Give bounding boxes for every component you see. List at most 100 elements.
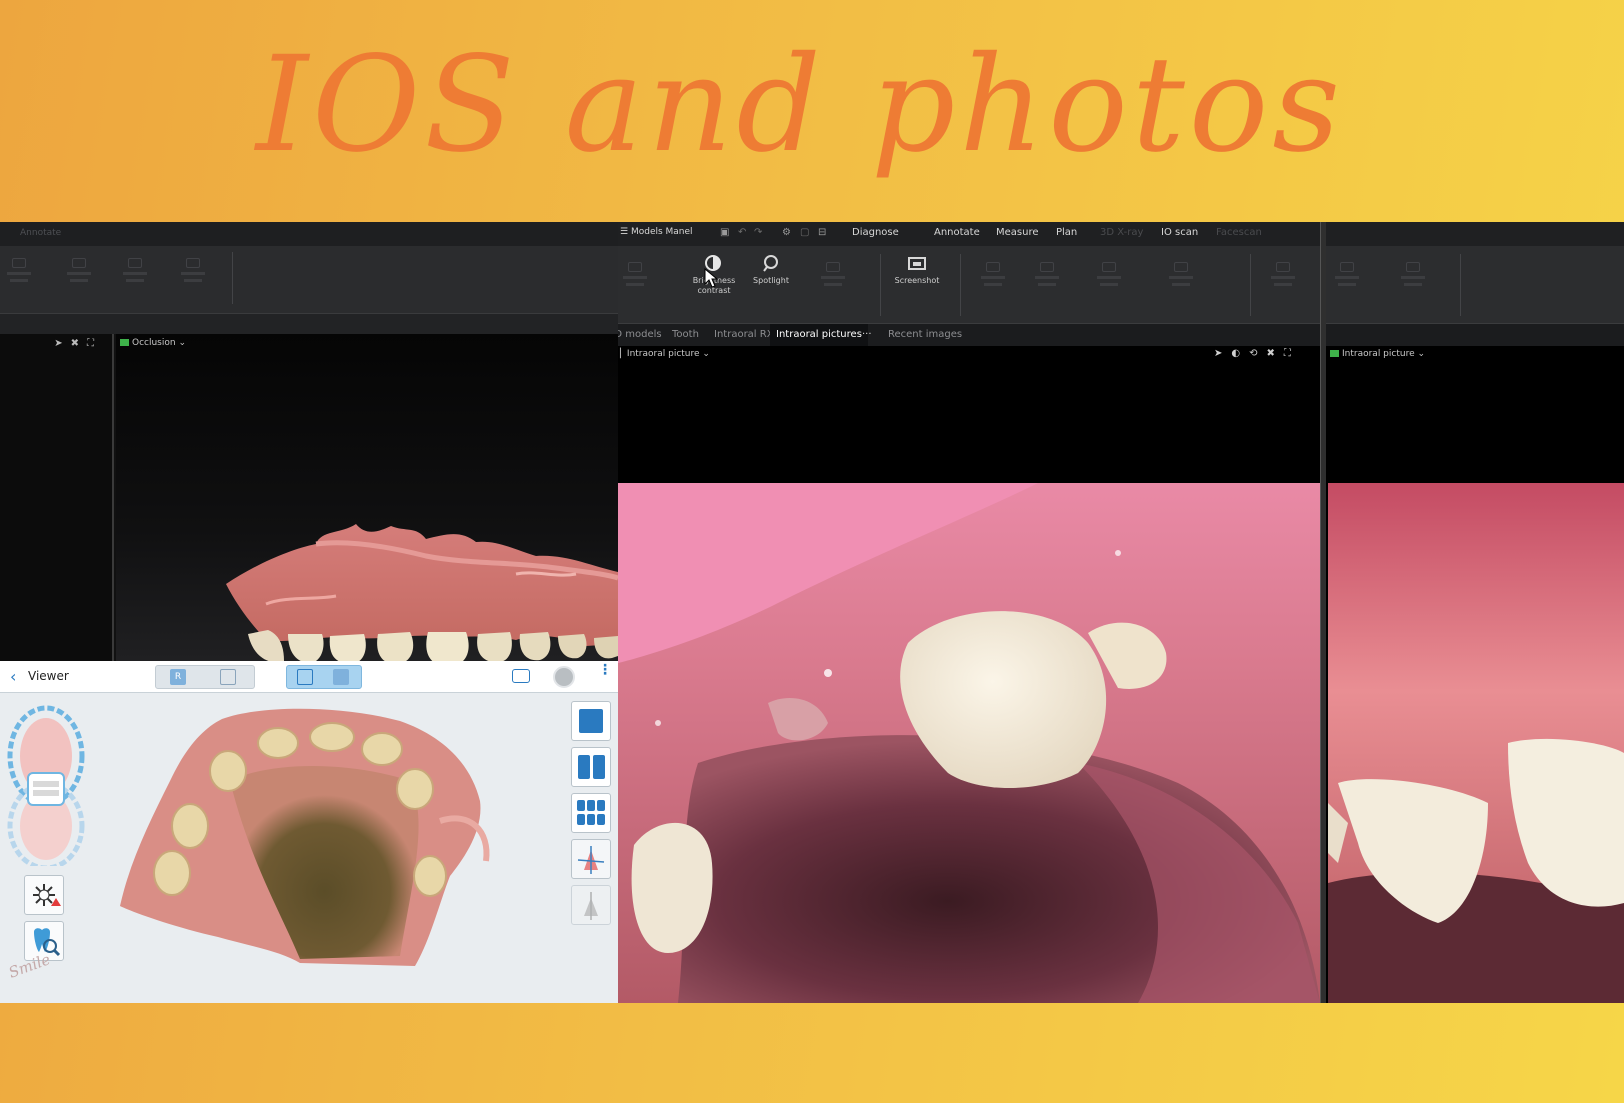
zoom-tool-icon[interactable] [220,669,236,685]
window-icon[interactable]: ▢ [800,227,809,238]
image-gallery-icon[interactable] [333,669,349,685]
ribbon-disabled-button[interactable] [1032,258,1062,306]
tab-tooth[interactable]: Tooth [672,324,699,346]
single-view-icon [579,709,603,733]
camera-icon[interactable] [512,669,530,683]
more-menu-icon[interactable]: ⋮ [598,663,612,677]
picture-viewer-window: ☰ Models Manel ▣ ↶ ↷ ⚙ ▢ ⊟ Diagnose Anno… [618,222,1624,1003]
picture-selector-left-label: Intraoral picture [626,349,700,359]
picture-selector-right-label: Intraoral picture [1342,349,1415,359]
ribbon-disabled-button[interactable] [978,258,1008,306]
pointer-icon[interactable]: ➤ [54,338,70,349]
mouse-cursor-icon [704,268,718,288]
single-view-button[interactable] [571,701,611,741]
menu-facescan[interactable]: Facescan [1216,227,1262,238]
share-group [286,665,362,689]
menu-diagnose[interactable]: Diagnose [852,227,899,238]
layout-icon[interactable]: ⊟ [818,227,826,238]
export-icon[interactable] [297,669,313,685]
ribbon-disabled-button[interactable] [620,258,650,306]
spotlight-icon [761,254,781,272]
fullscreen-icon[interactable]: ⛶ [87,338,102,349]
quad-view-button[interactable] [571,793,611,833]
pointer-icon[interactable]: ➤ [1214,348,1231,359]
panel-label: Models Manel [630,227,693,237]
arch-toggle-button[interactable]: R [170,669,186,685]
close-icon[interactable]: ✖ [1267,348,1284,359]
occlusal-scan-model[interactable] [110,701,530,1001]
occlusogram-icon [577,846,605,874]
scan-side-tools: ➤✖⛶ [54,338,102,349]
menu-plan[interactable]: Plan [1056,227,1077,238]
picture-selector-right[interactable]: Intraoral picture ⌄ [1330,349,1425,359]
occlusogram-off-button[interactable] [571,885,611,925]
fullscreen-icon[interactable]: ⛶ [1284,348,1300,359]
tab-recent-images[interactable]: Recent images [888,324,962,346]
save-icon[interactable]: ▣ [720,227,729,238]
ribbon-disabled-button[interactable] [1094,258,1124,306]
menu-io-scan[interactable]: IO scan [1161,227,1198,238]
picture-selector-left[interactable]: ▏Intraoral picture ⌄ [620,349,710,359]
redo-icon[interactable]: ↷ [754,227,762,238]
tab-more[interactable]: ··· [862,324,872,346]
spotlight-label: Spotlight [753,276,789,285]
settings-icon[interactable]: ⚙ [782,227,791,238]
itero-topbar: ‹ Viewer R ⋮ [0,661,618,693]
ribbon-disabled-button[interactable] [1166,258,1196,306]
contrast-icon[interactable]: ◐ [1231,348,1249,359]
itero-viewer-window: ‹ Viewer R ⋮ Smile [0,661,618,1003]
ribbon-disabled-button[interactable] [4,254,34,302]
ribbon-disabled-button[interactable] [1332,258,1362,306]
ribbon-disabled-button[interactable] [120,254,150,302]
picture-ribbon: Brightness contrast Spotlight Screenshot [618,246,1624,324]
scan-3d-view[interactable]: Occlusion ⌄ [116,334,618,661]
undo-icon[interactable]: ↶ [738,227,746,238]
viewer-title: Viewer [28,669,69,683]
dual-view-icon [578,755,590,779]
ribbon-disabled-button[interactable] [1398,258,1428,306]
close-icon[interactable]: ✖ [71,338,87,349]
quad-view-icon [577,800,585,811]
tab-intraoral-rx[interactable]: Intraoral RX [714,324,774,346]
screenshot-label: Screenshot [894,276,940,285]
scan-menu-annotate[interactable]: Annotate [20,228,61,238]
menu-measure[interactable]: Measure [996,227,1039,238]
chevron-down-icon: ⌄ [702,349,710,359]
ribbon-disabled-button[interactable] [64,254,94,302]
occlusogram-button[interactable] [571,839,611,879]
flip-icon[interactable]: ⟲ [1249,348,1266,359]
ribbon-disabled-button[interactable] [818,258,848,306]
ribbon-separator [232,252,233,304]
picture-tabs: 3D models Tooth Intraoral RX Intraoral p… [618,324,1624,346]
scan-viewer-window: Annotate ➤✖⛶ Occlusion ⌄ [0,222,618,661]
tab-3d-models[interactable]: 3D models [618,324,662,346]
lighting-tool-icon[interactable] [24,875,64,915]
occlusogram-off-icon [584,892,598,920]
tooth-navigator-map[interactable] [0,701,92,866]
dental-arch-scan-model[interactable] [116,334,618,661]
panel-toggle[interactable]: ☰ Models Manel [620,227,693,237]
pane-tools-left: ➤◐⟲✖⛶ [1214,348,1300,359]
scan-menubar: Annotate [0,222,618,246]
menu-lines-icon: ☰ [620,227,629,237]
spotlight-button[interactable]: Spotlight [736,252,806,286]
intraoral-photo-2 [1328,483,1624,1003]
picture-pane-left[interactable]: ▏Intraoral picture ⌄ ➤◐⟲✖⛶ [618,346,1320,1003]
dual-view-button[interactable] [571,747,611,787]
screenshot-button[interactable]: Screenshot [882,252,952,286]
menu-annotate[interactable]: Annotate [934,227,980,238]
ribbon-disabled-button[interactable] [178,254,208,302]
arch-toggle-group: R [155,665,255,689]
ribbon-disabled-button[interactable] [1268,258,1298,306]
picture-menubar: ☰ Models Manel ▣ ↶ ↷ ⚙ ▢ ⊟ Diagnose Anno… [618,222,1624,246]
slide-title: IOS and photos [255,28,1345,182]
pane-divider[interactable] [1320,222,1326,1003]
avatar[interactable] [553,666,575,688]
picture-pane-right[interactable]: Intraoral picture ⌄ [1328,346,1624,1003]
scan-ribbon [0,246,618,314]
chevron-down-icon: ⌄ [1417,349,1426,359]
scan-side-panel: ➤✖⛶ [0,334,114,661]
back-chevron-icon[interactable]: ‹ [10,667,16,686]
tab-intraoral-pictures[interactable]: Intraoral pictures [770,324,868,346]
menu-3d-xray[interactable]: 3D X-ray [1100,227,1143,238]
